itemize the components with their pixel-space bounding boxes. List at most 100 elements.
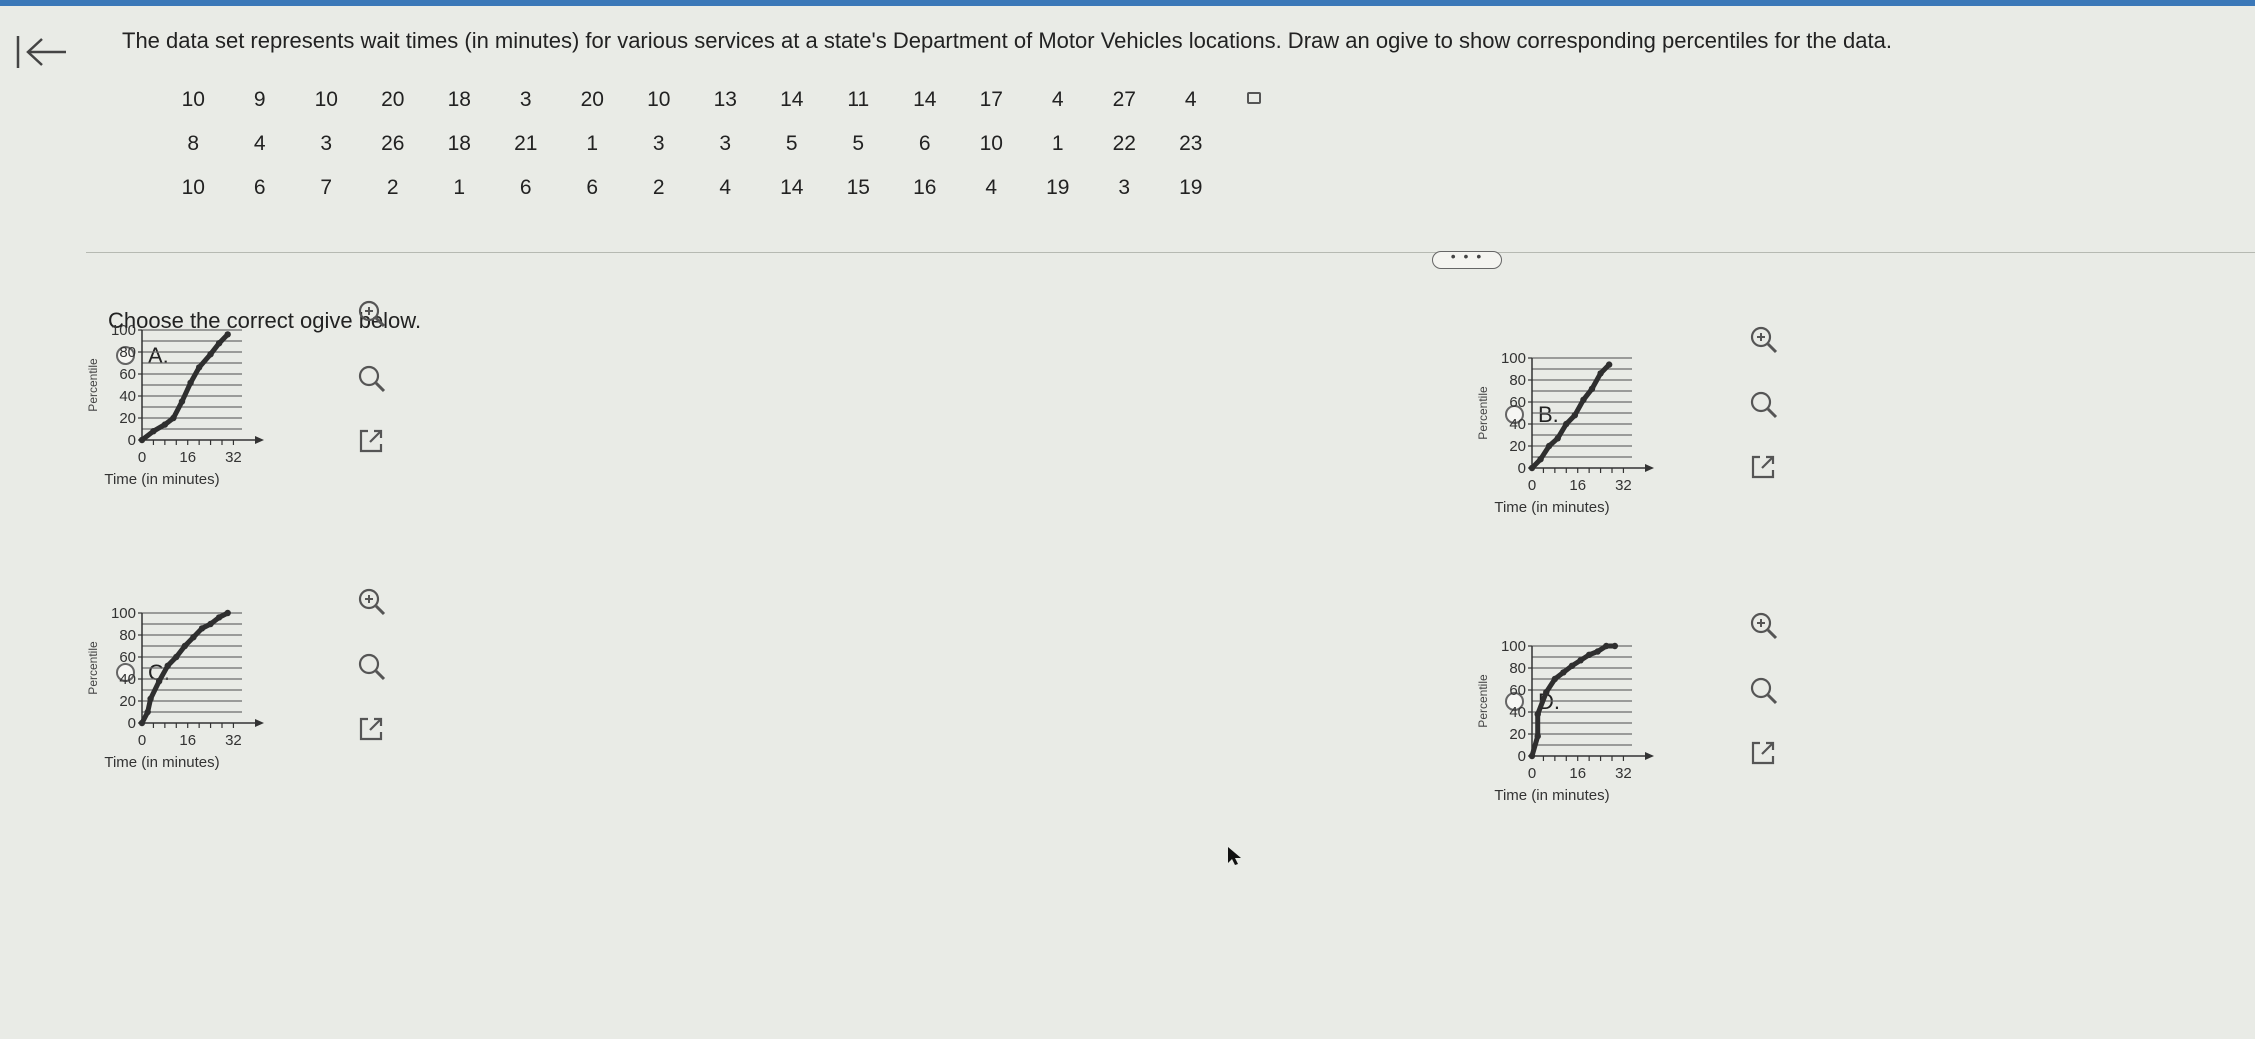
data-cell: 1 bbox=[1051, 132, 1064, 155]
y-tick-label: 40 bbox=[1509, 704, 1526, 721]
data-cell: 1 bbox=[453, 176, 466, 199]
data-cell: 4 bbox=[1184, 88, 1197, 111]
data-cell: 20 bbox=[381, 88, 405, 111]
open-new-window-icon bbox=[1751, 741, 1775, 765]
data-cell: 15 bbox=[846, 176, 870, 199]
mouse-cursor-icon bbox=[1228, 847, 1241, 865]
data-cell: 4 bbox=[985, 176, 998, 199]
data-cell: 16 bbox=[913, 176, 937, 199]
ogive-point bbox=[138, 719, 146, 727]
x-tick-label: 32 bbox=[1615, 765, 1632, 782]
ogive-point bbox=[150, 428, 157, 435]
zoom-out-icon bbox=[1750, 391, 1778, 419]
ogive-point bbox=[190, 634, 197, 641]
y-tick-label: 60 bbox=[1509, 394, 1526, 411]
zoom-in-icon bbox=[1750, 612, 1778, 640]
y-tick-label: 80 bbox=[1509, 372, 1526, 389]
more-button[interactable]: • • • bbox=[1432, 249, 1502, 269]
y-tick-label: 100 bbox=[1501, 350, 1526, 367]
x-tick-label: 0 bbox=[1528, 477, 1536, 494]
y-tick-label: 40 bbox=[119, 671, 136, 688]
y-axis-label: Percentile bbox=[1476, 674, 1490, 728]
zoom-out-button[interactable] bbox=[1746, 387, 1780, 421]
data-cell: 3 bbox=[1118, 176, 1131, 199]
ogive-chart: 0 20 40 60 80 100 0 16 32 Percentile Time (in minu… bbox=[86, 322, 264, 488]
open-new-window-button[interactable] bbox=[1746, 450, 1780, 484]
y-tick-label: 20 bbox=[119, 693, 136, 710]
ogive-point bbox=[224, 331, 231, 338]
data-cell: 4 bbox=[719, 176, 732, 199]
open-new-window-button[interactable] bbox=[354, 424, 388, 458]
ogive-point bbox=[1597, 370, 1604, 377]
zoom-out-icon bbox=[358, 365, 386, 393]
y-axis-label: Percentile bbox=[1476, 386, 1490, 440]
y-tick-label: 0 bbox=[128, 432, 136, 449]
data-cell: 7 bbox=[320, 176, 333, 199]
copy-table-icon[interactable] bbox=[1247, 92, 1261, 104]
zoom-in-button[interactable] bbox=[1746, 608, 1780, 642]
data-cell: 3 bbox=[519, 88, 532, 111]
ogive-point bbox=[1611, 642, 1619, 650]
ogive-point bbox=[1528, 752, 1536, 760]
ogive-line bbox=[140, 332, 230, 442]
y-tick-label: 80 bbox=[119, 627, 136, 644]
y-tick-label: 20 bbox=[119, 410, 136, 427]
ogive-point bbox=[207, 351, 214, 358]
data-cell: 6 bbox=[519, 176, 532, 199]
y-tick-label: 20 bbox=[1509, 438, 1526, 455]
ogive-point bbox=[1537, 456, 1544, 463]
data-cell: 9 bbox=[253, 88, 266, 111]
back-button[interactable] bbox=[14, 32, 72, 72]
data-cell: 17 bbox=[979, 88, 1003, 111]
back-arrow-icon bbox=[16, 36, 66, 68]
data-table: 10 9 10 20 18 3 20 10 13 14 11 14 17 4 27 4 8 4 3 26 18 21 1 3 3… bbox=[160, 78, 1224, 210]
data-row: 10 9 10 20 18 3 20 10 13 14 11 14 17 4 27 4 bbox=[160, 78, 1224, 122]
data-row: 8 4 3 26 18 21 1 3 3 5 5 6 10 1 22 23 bbox=[160, 122, 1224, 166]
x-tick-label: 0 bbox=[1528, 765, 1536, 782]
open-new-window-button[interactable] bbox=[1746, 736, 1780, 770]
x-tick-label: 16 bbox=[1569, 477, 1586, 494]
data-cell: 3 bbox=[652, 132, 665, 155]
data-cell: 14 bbox=[780, 88, 804, 111]
data-cell: 23 bbox=[1179, 132, 1203, 155]
open-new-window-icon bbox=[1751, 455, 1775, 479]
x-axis-arrow bbox=[1645, 752, 1654, 760]
x-tick-label: 16 bbox=[1569, 765, 1586, 782]
data-cell: 18 bbox=[447, 132, 471, 155]
zoom-in-icon bbox=[1750, 326, 1778, 354]
y-tick-label: 60 bbox=[119, 366, 136, 383]
zoom-in-icon bbox=[358, 300, 386, 328]
zoom-in-button[interactable] bbox=[354, 584, 388, 618]
zoom-in-button[interactable] bbox=[354, 296, 388, 330]
data-cell: 11 bbox=[847, 88, 870, 111]
data-cell: 6 bbox=[253, 176, 266, 199]
ogive-point bbox=[1545, 442, 1553, 450]
ogive-graph: 0 20 40 60 80 100 0 16 32 Percentile Time (in minu… bbox=[62, 312, 312, 512]
ogive-point bbox=[198, 625, 206, 632]
ogive-point bbox=[1605, 361, 1613, 368]
zoom-out-button[interactable] bbox=[354, 649, 388, 683]
data-cell: 14 bbox=[913, 88, 937, 111]
ogive-point bbox=[1534, 711, 1541, 718]
data-cell: 10 bbox=[181, 88, 205, 111]
ogive-point bbox=[207, 620, 214, 628]
ogive-point bbox=[187, 379, 194, 386]
ogive-point bbox=[161, 421, 169, 428]
open-new-window-button[interactable] bbox=[354, 712, 388, 746]
zoom-out-button[interactable] bbox=[354, 361, 388, 395]
x-axis-label: Time (in minutes) bbox=[104, 754, 219, 771]
ogive-point bbox=[1603, 642, 1610, 650]
zoom-out-button[interactable] bbox=[1746, 673, 1780, 707]
zoom-in-button[interactable] bbox=[1746, 322, 1780, 356]
data-cell: 18 bbox=[447, 88, 471, 111]
x-tick-label: 32 bbox=[225, 449, 242, 466]
data-cell: 3 bbox=[719, 132, 732, 155]
data-cell: 21 bbox=[514, 132, 538, 155]
data-cell: 4 bbox=[253, 132, 266, 155]
ogive-graph: 0 20 40 60 80 100 0 16 32 Percentile Time (in minu… bbox=[1452, 340, 1702, 540]
y-tick-label: 40 bbox=[119, 388, 136, 405]
x-axis-label: Time (in minutes) bbox=[104, 471, 219, 488]
ogive-point bbox=[1568, 662, 1576, 669]
data-cell: 26 bbox=[381, 132, 405, 155]
ogive-point bbox=[170, 414, 177, 422]
